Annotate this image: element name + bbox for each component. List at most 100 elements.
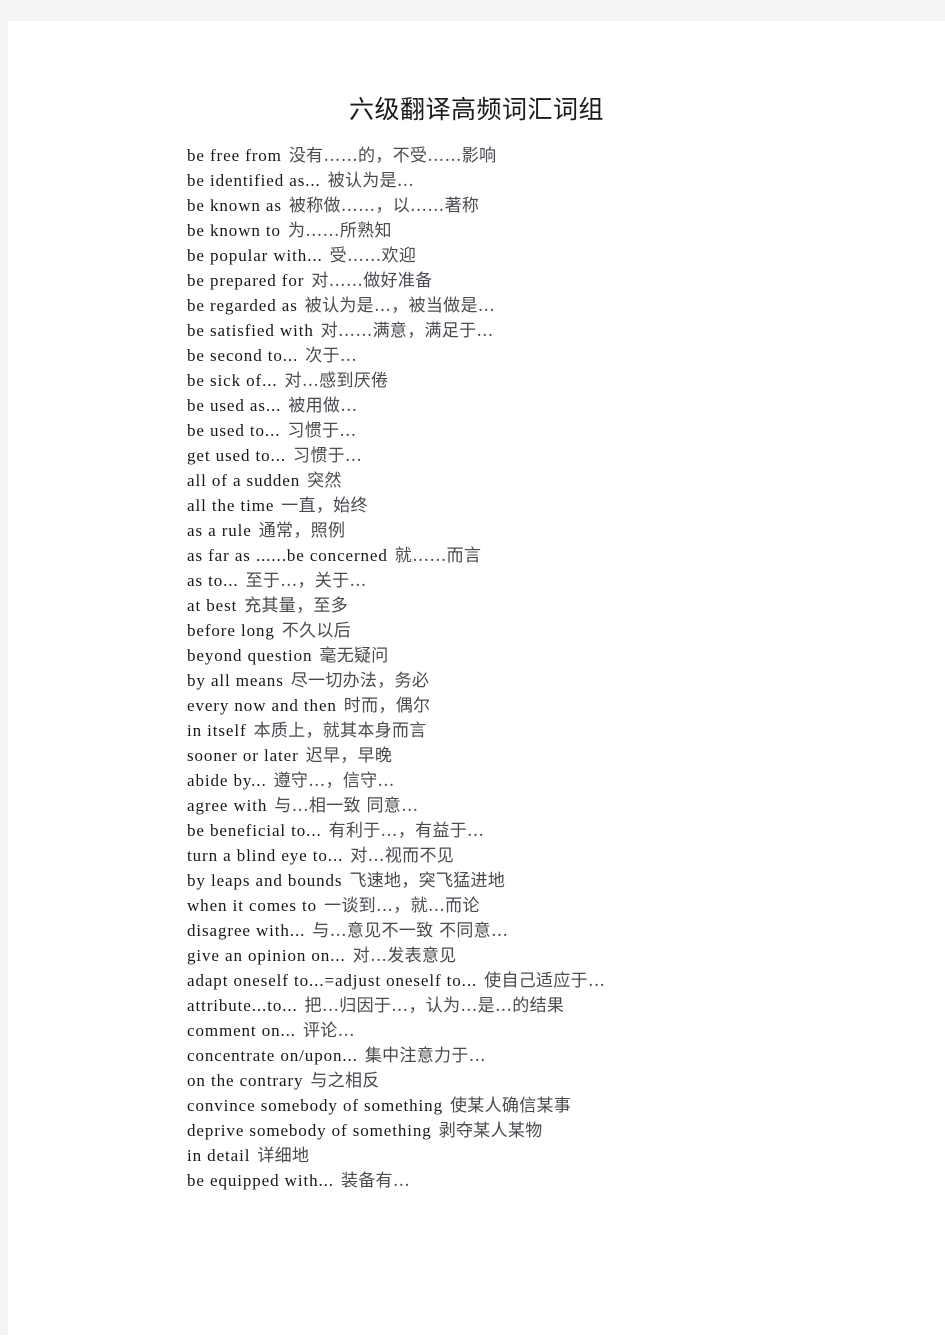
entry-chinese-gloss: 与…相一致 同意… <box>274 796 419 816</box>
entry-english-phrase: convince somebody of something <box>187 1096 443 1115</box>
vocabulary-entry: be free from 没有……的，不受……影响 <box>187 143 927 168</box>
entry-chinese-gloss: 习惯于… <box>287 421 357 441</box>
entry-english-phrase: on the contrary <box>187 1071 304 1090</box>
page-title: 六级翻译高频词汇词组 <box>348 97 604 124</box>
vocabulary-entry: all of a sudden 突然 <box>187 468 927 493</box>
entry-chinese-gloss: 被认为是…，被当做是… <box>304 296 496 316</box>
entry-chinese-gloss: 没有……的，不受……影响 <box>288 146 497 166</box>
entry-english-phrase: agree with <box>187 796 268 815</box>
vocabulary-entry: be sick of... 对…感到厌倦 <box>187 368 927 393</box>
document-page: 六级翻译高频词汇词组 be free from 没有……的，不受……影响 be id… <box>8 21 945 1337</box>
entry-chinese-gloss: 尽一切办法，务必 <box>290 671 430 691</box>
entry-chinese-gloss: 突然 <box>307 471 342 491</box>
vocabulary-entry: be equipped with... 装备有… <box>187 1168 927 1193</box>
vocabulary-entry: as a rule 通常，照例 <box>187 518 927 543</box>
entry-chinese-gloss: 通常，照例 <box>258 521 346 541</box>
entry-english-phrase: by all means <box>187 671 284 690</box>
entry-chinese-gloss: 对…发表意见 <box>352 946 457 966</box>
entry-chinese-gloss: 装备有… <box>340 1171 411 1191</box>
entry-chinese-gloss: 对……满意，满足于… <box>320 321 494 341</box>
vocabulary-entry: at best 充其量，至多 <box>187 593 927 618</box>
entry-english-phrase: by leaps and bounds <box>187 871 343 890</box>
vocabulary-entry: deprive somebody of something 剥夺某人某物 <box>187 1118 927 1143</box>
entry-chinese-gloss: 受……欢迎 <box>329 246 417 266</box>
vocabulary-entry: as to... 至于…，关于… <box>187 568 927 593</box>
entry-english-phrase: be known as <box>187 196 282 215</box>
vocabulary-entry: be prepared for 对……做好准备 <box>187 268 927 293</box>
vocabulary-entry: sooner or later 迟早，早晚 <box>187 743 927 768</box>
vocabulary-entry: be regarded as 被认为是…，被当做是… <box>187 293 927 318</box>
entry-chinese-gloss: 详细地 <box>257 1146 310 1166</box>
entry-english-phrase: be beneficial to... <box>187 821 322 840</box>
entry-english-phrase: as to... <box>187 571 239 590</box>
entry-chinese-gloss: 就……而言 <box>394 546 482 566</box>
vocabulary-entry: be satisfied with 对……满意，满足于… <box>187 318 927 343</box>
entry-english-phrase: beyond question <box>187 646 313 665</box>
entry-english-phrase: turn a blind eye to... <box>187 846 344 865</box>
entry-english-phrase: be known to <box>187 221 281 240</box>
vocabulary-entry: turn a blind eye to... 对…视而不见 <box>187 843 927 868</box>
vocabulary-entry-list: be free from 没有……的，不受……影响 be identified as… <box>187 143 927 1193</box>
entry-english-phrase: deprive somebody of something <box>187 1121 432 1140</box>
entry-chinese-gloss: 一直，始终 <box>281 496 368 516</box>
vocabulary-entry: by all means 尽一切办法，务必 <box>187 668 927 693</box>
vocabulary-entry: when it comes to 一谈到…，就…而论 <box>187 893 927 918</box>
vocabulary-entry: agree with 与…相一致 同意… <box>187 793 927 818</box>
entry-chinese-gloss: 被用做… <box>288 396 358 416</box>
scan-gutter-top <box>0 0 945 21</box>
entry-english-phrase: be prepared for <box>187 271 305 290</box>
entry-english-phrase: in detail <box>187 1146 251 1165</box>
entry-english-phrase: every now and then <box>187 696 337 715</box>
vocabulary-entry: attribute...to... 把…归因于…，认为…是…的结果 <box>187 993 927 1018</box>
vocabulary-entry: be used to... 习惯于… <box>187 418 927 443</box>
entry-english-phrase: be used as... <box>187 396 282 415</box>
vocabulary-entry: before long 不久以后 <box>187 618 927 643</box>
vocabulary-entry: be beneficial to... 有利于…，有益于… <box>187 818 927 843</box>
vocabulary-entry: be known as 被称做……，以……著称 <box>187 193 927 218</box>
entry-chinese-gloss: 对……做好准备 <box>311 271 433 291</box>
entry-chinese-gloss: 被称做……，以……著称 <box>288 196 480 216</box>
entry-chinese-gloss: 被认为是… <box>327 171 415 191</box>
entry-chinese-gloss: 充其量，至多 <box>244 596 349 616</box>
entry-chinese-gloss: 本质上，就其本身而言 <box>253 721 427 741</box>
entry-chinese-gloss: 把…归因于…，认为…是…的结果 <box>304 996 565 1016</box>
entry-chinese-gloss: 对…视而不见 <box>350 846 455 866</box>
entry-english-phrase: before long <box>187 621 275 640</box>
vocabulary-entry: be identified as... 被认为是… <box>187 168 927 193</box>
vocabulary-entry: disagree with... 与…意见不一致 不同意… <box>187 918 927 943</box>
entry-chinese-gloss: 使自己适应于… <box>484 971 606 991</box>
entry-chinese-gloss: 遵守…，信守… <box>273 771 395 791</box>
entry-chinese-gloss: 迟早，早晚 <box>305 746 393 766</box>
entry-chinese-gloss: 使某人确信某事 <box>450 1096 572 1116</box>
vocabulary-entry: on the contrary 与之相反 <box>187 1068 927 1093</box>
entry-english-phrase: be second to... <box>187 346 299 365</box>
entry-chinese-gloss: 一谈到…，就…而论 <box>324 896 480 916</box>
entry-chinese-gloss: 为……所熟知 <box>287 221 392 241</box>
entry-english-phrase: be equipped with... <box>187 1171 334 1190</box>
vocabulary-entry: by leaps and bounds 飞速地，突飞猛进地 <box>187 868 927 893</box>
entry-chinese-gloss: 飞速地，突飞猛进地 <box>349 871 506 891</box>
entry-chinese-gloss: 有利于…，有益于… <box>328 821 485 841</box>
entry-english-phrase: comment on... <box>187 1021 296 1040</box>
entry-english-phrase: adapt oneself to...=adjust oneself to... <box>187 971 478 990</box>
vocabulary-entry: in detail 详细地 <box>187 1143 927 1168</box>
entry-english-phrase: when it comes to <box>187 896 318 915</box>
entry-chinese-gloss: 与之相反 <box>310 1071 380 1091</box>
entry-chinese-gloss: 剥夺某人某物 <box>438 1121 543 1141</box>
entry-english-phrase: attribute...to... <box>187 996 298 1015</box>
vocabulary-entry: concentrate on/upon... 集中注意力于… <box>187 1043 927 1068</box>
entry-chinese-gloss: 次于… <box>305 346 358 366</box>
entry-chinese-gloss: 评论… <box>302 1021 355 1041</box>
entry-english-phrase: all of a sudden <box>187 471 301 490</box>
vocabulary-entry: be used as... 被用做… <box>187 393 927 418</box>
vocabulary-entry: beyond question 毫无疑问 <box>187 643 927 668</box>
entry-english-phrase: disagree with... <box>187 921 306 940</box>
entry-english-phrase: sooner or later <box>187 746 299 765</box>
entry-english-phrase: as far as ......be concerned <box>187 546 388 565</box>
entry-english-phrase: concentrate on/upon... <box>187 1046 358 1065</box>
entry-chinese-gloss: 对…感到厌倦 <box>284 371 389 391</box>
vocabulary-entry: abide by... 遵守…，信守… <box>187 768 927 793</box>
entry-english-phrase: in itself <box>187 721 247 740</box>
entry-chinese-gloss: 时而，偶尔 <box>343 696 431 716</box>
vocabulary-entry: every now and then 时而，偶尔 <box>187 693 927 718</box>
